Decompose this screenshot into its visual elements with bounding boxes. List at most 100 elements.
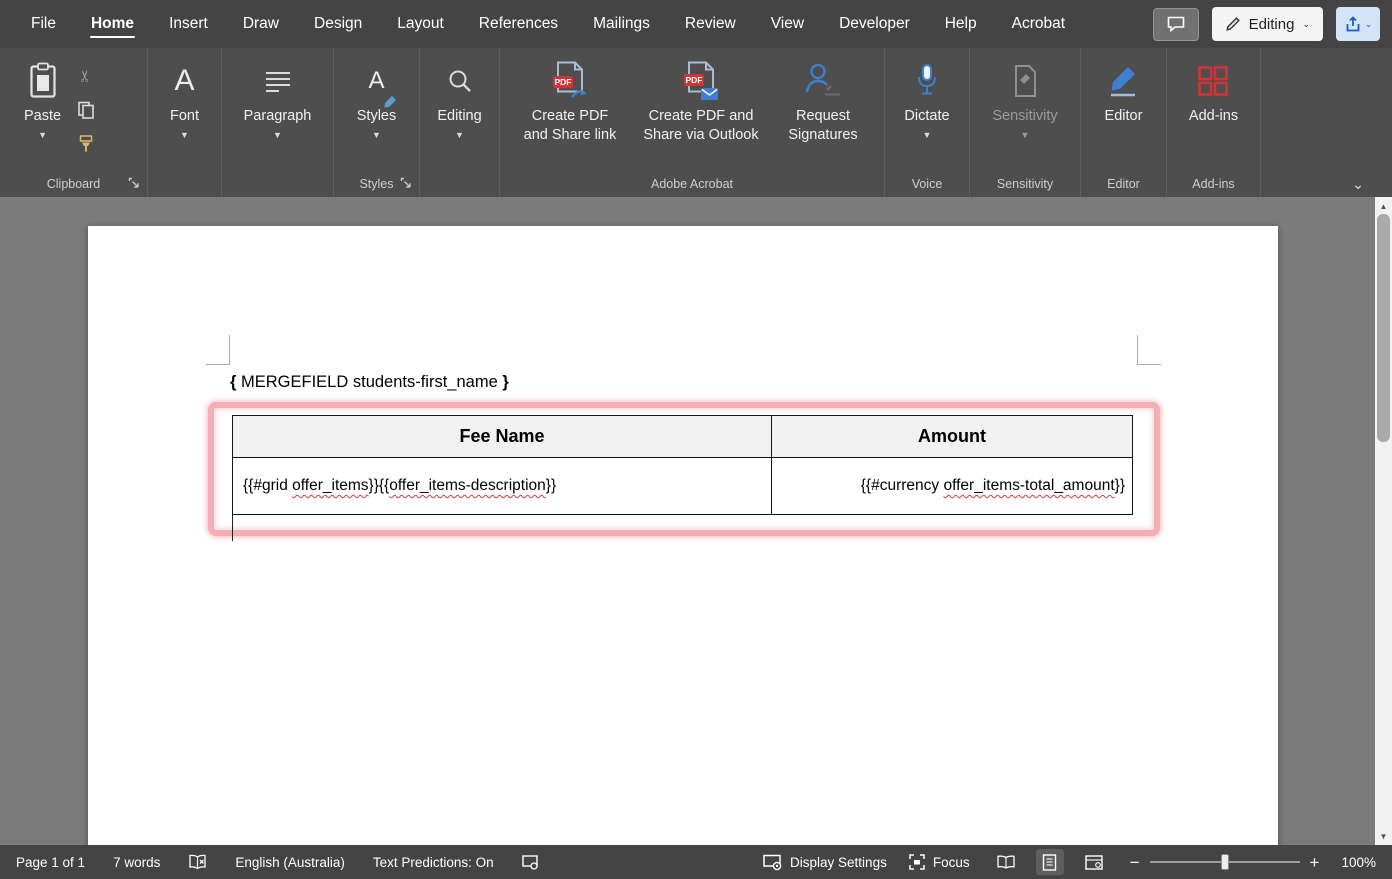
fee-name-header-cell[interactable]: Fee Name bbox=[233, 416, 772, 458]
dictate-button[interactable]: Dictate ▼ bbox=[898, 55, 955, 170]
template-token: {{#currency bbox=[861, 477, 944, 494]
voice-group-footer: Voice bbox=[885, 170, 969, 197]
pencil-icon bbox=[1225, 16, 1241, 32]
font-label: Font bbox=[170, 107, 199, 126]
zoom-slider[interactable] bbox=[1150, 861, 1300, 863]
menu-tab-insert[interactable]: Insert bbox=[168, 1, 209, 47]
editor-button[interactable]: Editor bbox=[1099, 55, 1149, 170]
amount-header-cell[interactable]: Amount bbox=[772, 416, 1133, 458]
vertical-scrollbar[interactable]: ▲ ▼ bbox=[1375, 197, 1392, 845]
create-pdf-share-link-button[interactable]: PDF Create PDF and Share link bbox=[515, 55, 625, 170]
web-layout-button[interactable] bbox=[1080, 849, 1108, 875]
word-count[interactable]: 7 words bbox=[113, 855, 160, 870]
menu-tab-developer[interactable]: Developer bbox=[838, 1, 911, 47]
editor-group-footer: Editor bbox=[1081, 170, 1166, 197]
menu-tab-view[interactable]: View bbox=[770, 1, 805, 47]
menu-tab-design[interactable]: Design bbox=[313, 1, 363, 47]
paragraph-label: Paragraph bbox=[244, 107, 312, 126]
request-signatures-label: Request Signatures bbox=[783, 107, 863, 145]
text-predictions-indicator[interactable]: Text Predictions: On bbox=[373, 855, 494, 870]
editing-mode-button[interactable]: Editing ⌄ bbox=[1212, 7, 1323, 41]
document-canvas[interactable]: { MERGEFIELD students-first_name } Fee N… bbox=[0, 197, 1375, 845]
create-pdf-share-link-label: Create PDF and Share link bbox=[521, 107, 619, 145]
cut-button[interactable]: ✂ bbox=[71, 63, 101, 89]
zoom-in-button[interactable]: + bbox=[1310, 854, 1320, 871]
menu-tab-help[interactable]: Help bbox=[944, 1, 978, 47]
editing-mode-label: Editing bbox=[1249, 16, 1295, 33]
scroll-up-button[interactable]: ▲ bbox=[1375, 198, 1392, 214]
copy-button[interactable] bbox=[71, 97, 101, 123]
template-token: offer_items bbox=[292, 477, 368, 494]
paragraph-menu-button[interactable]: Paragraph ▼ bbox=[238, 55, 318, 170]
menu-tab-file[interactable]: File bbox=[30, 1, 57, 47]
macro-record-button[interactable] bbox=[522, 855, 539, 870]
focus-icon bbox=[909, 854, 925, 870]
font-menu-button[interactable]: A Font ▼ bbox=[164, 55, 205, 170]
clipboard-group: Paste ▼ ✂ bbox=[0, 48, 148, 197]
focus-button[interactable]: Focus bbox=[909, 854, 970, 870]
format-painter-button[interactable] bbox=[71, 131, 101, 157]
menu-tab-layout[interactable]: Layout bbox=[396, 1, 445, 47]
language-indicator[interactable]: English (Australia) bbox=[235, 855, 345, 870]
print-layout-button[interactable] bbox=[1036, 849, 1064, 875]
magnifier-icon bbox=[447, 57, 473, 105]
template-token: {{#grid bbox=[243, 477, 292, 494]
addins-group: Add-ins Add-ins bbox=[1167, 48, 1261, 197]
addins-group-label: Add-ins bbox=[1192, 177, 1234, 191]
zoom-percentage[interactable]: 100% bbox=[1341, 855, 1376, 870]
margin-cropmark-left bbox=[206, 335, 230, 365]
sensitivity-label: Sensitivity bbox=[992, 107, 1057, 126]
editor-group-label: Editor bbox=[1107, 177, 1140, 191]
collapse-ribbon-button[interactable]: ⌄ bbox=[1352, 176, 1364, 193]
menu-tab-acrobat[interactable]: Acrobat bbox=[1011, 1, 1066, 47]
styles-dialog-launcher[interactable] bbox=[400, 177, 412, 192]
display-settings-button[interactable]: Display Settings bbox=[763, 854, 887, 871]
styles-menu-button[interactable]: A Styles ▼ bbox=[351, 55, 403, 170]
arrow-down-icon: ▼ bbox=[1380, 832, 1388, 841]
chevron-down-icon: ▼ bbox=[273, 130, 282, 140]
share-button[interactable]: ⌄ bbox=[1336, 7, 1380, 41]
menu-tab-home[interactable]: Home bbox=[90, 1, 135, 47]
macro-record-icon bbox=[522, 855, 539, 870]
sensitivity-button: Sensitivity ▼ bbox=[986, 55, 1063, 170]
print-layout-icon bbox=[1042, 854, 1057, 871]
read-mode-icon bbox=[996, 855, 1016, 869]
menu-tab-review[interactable]: Review bbox=[684, 1, 737, 47]
comments-button[interactable] bbox=[1153, 8, 1199, 41]
paragraph-group: Paragraph ▼ bbox=[222, 48, 334, 197]
table-row: {{#grid offer_items}}{{offer_items-descr… bbox=[233, 458, 1133, 515]
mergefield-text[interactable]: { MERGEFIELD students-first_name } bbox=[230, 373, 509, 392]
scroll-down-button[interactable]: ▼ bbox=[1375, 828, 1392, 844]
document-page[interactable]: { MERGEFIELD students-first_name } Fee N… bbox=[88, 226, 1278, 845]
styles-icon: A bbox=[368, 57, 384, 105]
amount-cell[interactable]: {{#currency offer_items-total_amount}} bbox=[772, 458, 1133, 515]
menu-tab-references[interactable]: References bbox=[478, 1, 559, 47]
mergefield-field: MERGEFIELD students-first_name bbox=[236, 373, 502, 391]
acrobat-group-label: Adobe Acrobat bbox=[651, 177, 733, 191]
editing-menu-button[interactable]: Editing ▼ bbox=[431, 55, 487, 170]
fee-name-cell[interactable]: {{#grid offer_items}}{{offer_items-descr… bbox=[233, 458, 772, 515]
proofing-errors-button[interactable] bbox=[188, 854, 207, 871]
font-icon: A bbox=[174, 57, 194, 105]
zoom-slider-thumb[interactable] bbox=[1221, 854, 1229, 870]
addins-grid-icon bbox=[1197, 57, 1229, 105]
dialog-launcher-icon bbox=[128, 177, 140, 189]
chevron-down-icon: ▼ bbox=[1021, 130, 1030, 140]
read-mode-button[interactable] bbox=[992, 849, 1020, 875]
adobe-acrobat-group: PDF Create PDF and Share link PDF bbox=[500, 48, 885, 197]
page-indicator[interactable]: Page 1 of 1 bbox=[16, 855, 85, 870]
table-header-row: Fee Name Amount bbox=[233, 416, 1133, 458]
create-pdf-outlook-button[interactable]: PDF Create PDF and Share via Outlook bbox=[635, 55, 767, 170]
zoom-out-button[interactable]: − bbox=[1130, 854, 1140, 871]
addins-button[interactable]: Add-ins bbox=[1183, 55, 1244, 170]
menu-tab-mailings[interactable]: Mailings bbox=[592, 1, 651, 47]
sensitivity-group-footer: Sensitivity bbox=[970, 170, 1080, 197]
paste-button[interactable]: Paste ▼ bbox=[18, 55, 67, 170]
menu-tab-draw[interactable]: Draw bbox=[242, 1, 280, 47]
request-signatures-button[interactable]: Request Signatures bbox=[777, 55, 869, 170]
scrollbar-thumb[interactable] bbox=[1377, 214, 1390, 442]
fees-table[interactable]: Fee Name Amount {{#grid offer_items}}{{o… bbox=[232, 415, 1133, 515]
clipboard-dialog-launcher[interactable] bbox=[128, 177, 140, 192]
voice-group: Dictate ▼ Voice bbox=[885, 48, 970, 197]
sensitivity-group-label: Sensitivity bbox=[997, 177, 1053, 191]
